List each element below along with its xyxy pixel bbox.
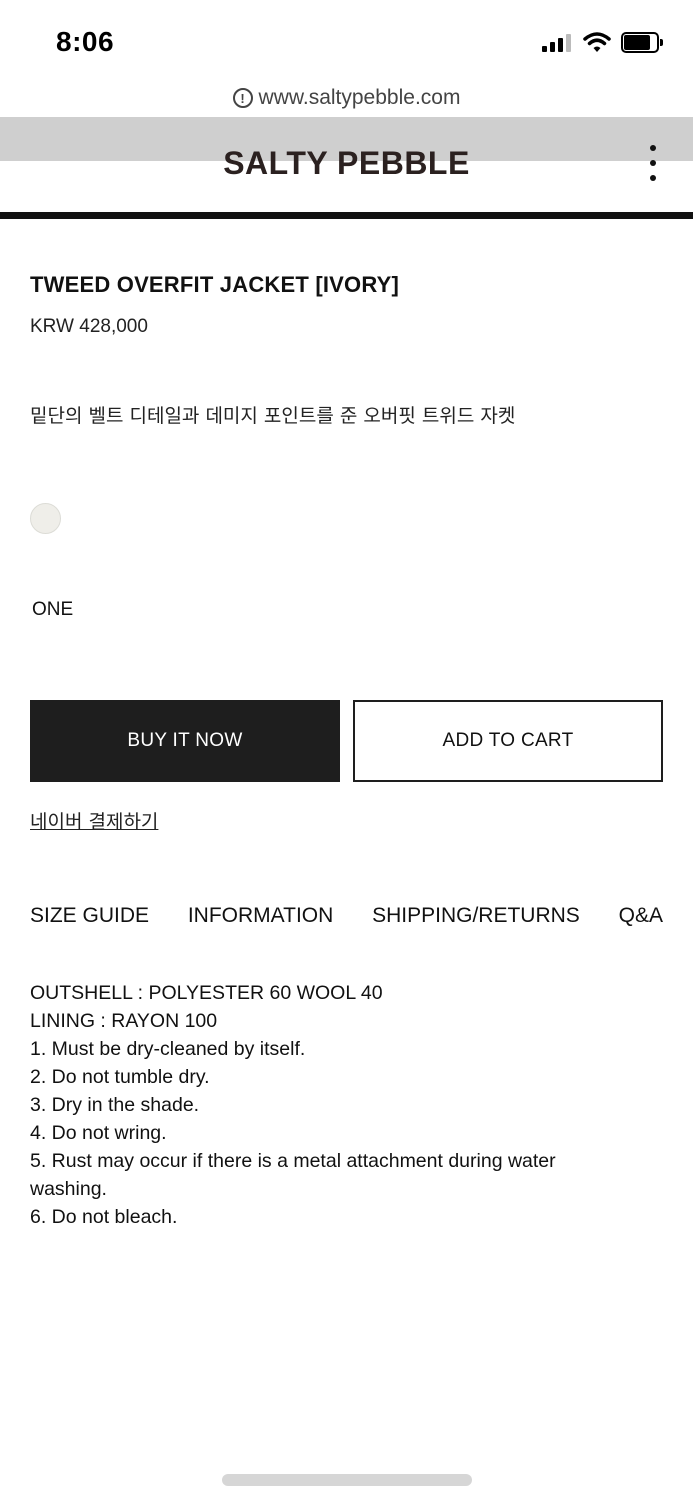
naver-pay-link[interactable]: 네이버 결제하기 xyxy=(30,807,158,834)
size-option[interactable]: ONE xyxy=(32,599,73,621)
header-divider xyxy=(0,212,693,219)
home-indicator[interactable] xyxy=(222,1474,472,1486)
add-to-cart-button[interactable]: ADD TO CART xyxy=(353,700,663,782)
info-line: 6. Do not bleach. xyxy=(30,1206,178,1228)
info-icon[interactable]: ! xyxy=(232,88,253,108)
signal-icon xyxy=(542,34,574,52)
site-header: SALTY PEBBLE xyxy=(0,117,693,212)
buy-now-button[interactable]: BUY IT NOW xyxy=(30,700,340,782)
product-tabs: SIZE GUIDE INFORMATION SHIPPING/RETURNS … xyxy=(30,904,663,928)
info-line: 5. Rust may occur if there is a metal at… xyxy=(30,1150,556,1200)
tab-qa[interactable]: Q&A xyxy=(619,904,663,928)
wifi-icon xyxy=(583,30,611,54)
battery-icon xyxy=(621,32,665,53)
info-line: 3. Dry in the shade. xyxy=(30,1094,200,1116)
brand-logo[interactable]: SALTY PEBBLE xyxy=(0,145,693,182)
product-title: TWEED OVERFIT JACKET [IVORY] xyxy=(30,272,400,297)
status-time: 8:06 xyxy=(56,26,115,57)
url-text: www.saltypebble.com xyxy=(258,86,461,109)
tab-shipping-returns[interactable]: SHIPPING/RETURNS xyxy=(372,904,580,928)
tab-information[interactable]: INFORMATION xyxy=(188,904,333,928)
status-bar: 8:06 xyxy=(0,0,693,80)
address-bar[interactable]: ! www.saltypebble.com xyxy=(0,80,693,116)
tab-size-guide[interactable]: SIZE GUIDE xyxy=(30,904,149,928)
information-content: OUTSHELL : POLYESTER 60 WOOL 40 LINING :… xyxy=(30,979,630,1231)
color-swatch[interactable] xyxy=(30,503,61,534)
info-line: 1. Must be dry-cleaned by itself. xyxy=(30,1038,306,1060)
product-description: 밑단의 벨트 디테일과 데미지 포인트를 준 오버핏 트위드 자켓 xyxy=(30,405,516,427)
info-line: OUTSHELL : POLYESTER 60 WOOL 40 xyxy=(30,982,383,1004)
info-line: 2. Do not tumble dry. xyxy=(30,1066,210,1088)
product-price: KRW 428,000 xyxy=(30,316,148,337)
kebab-menu-icon[interactable] xyxy=(646,145,660,181)
info-line: 4. Do not wring. xyxy=(30,1122,167,1144)
info-line: LINING : RAYON 100 xyxy=(30,1010,218,1032)
